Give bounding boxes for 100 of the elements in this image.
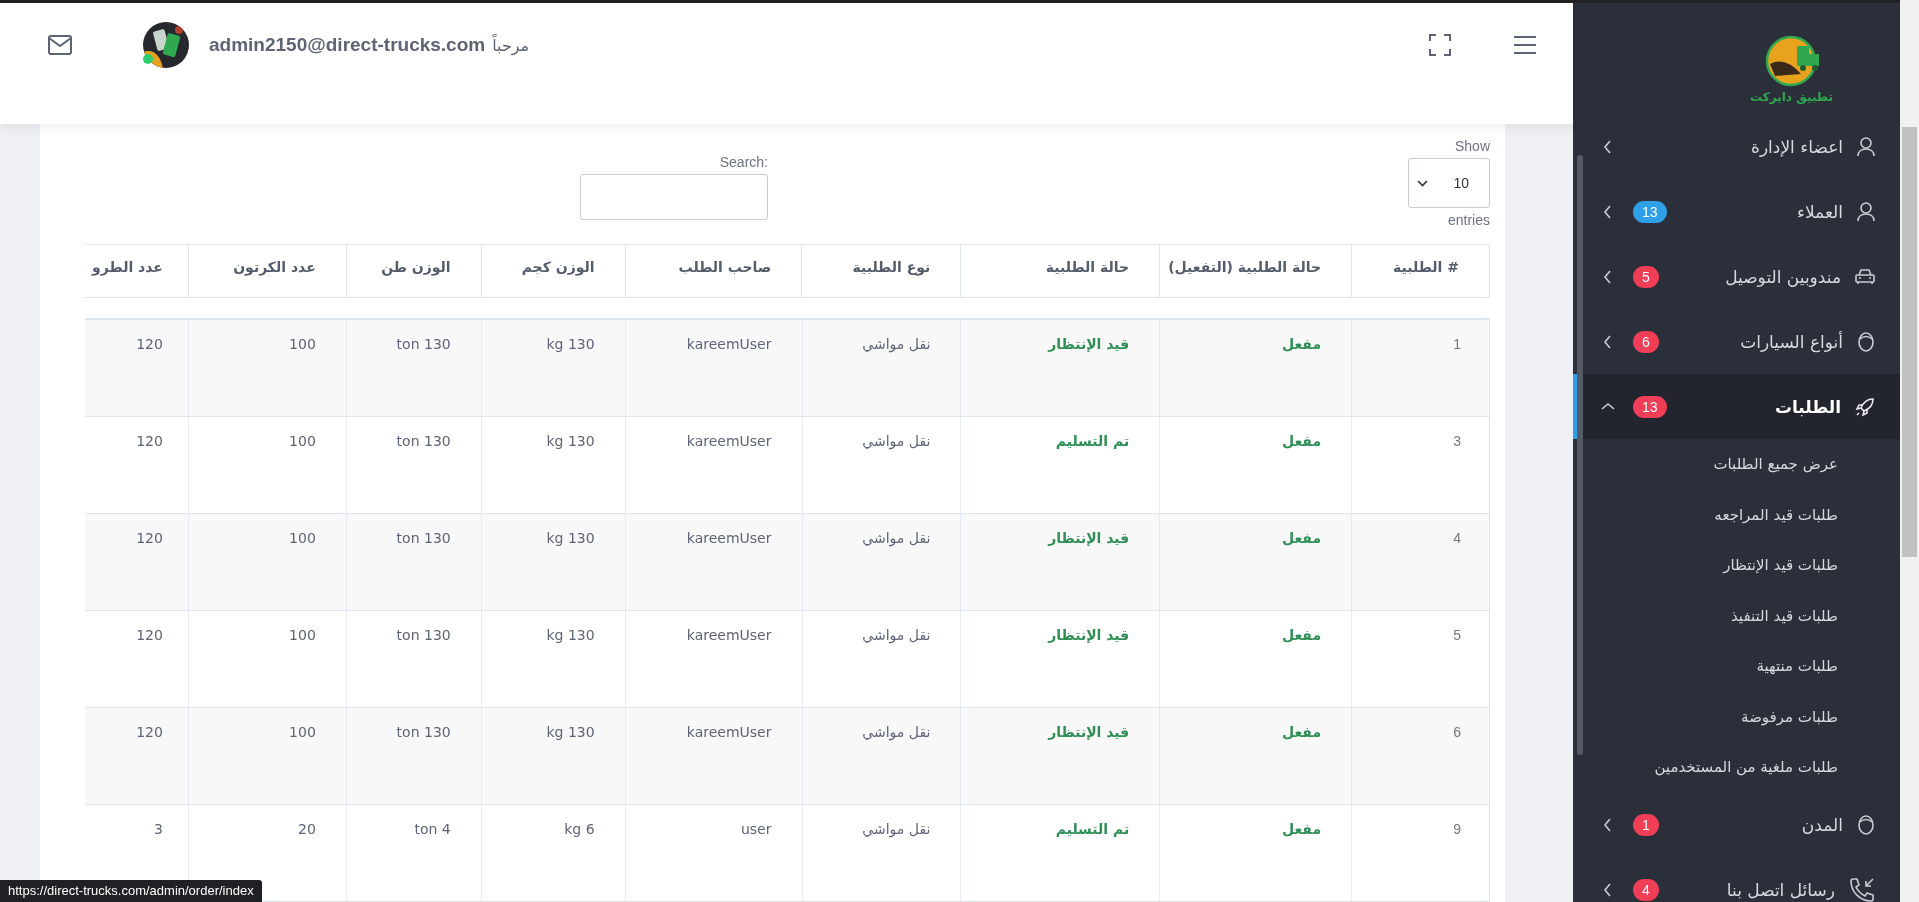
submenu-item[interactable]: عرض جميع الطلبات — [1573, 439, 1900, 490]
table-cell: قيد الإنتظار — [960, 514, 1160, 610]
table-cell: مفعل — [1159, 417, 1352, 513]
table-cell: مفعل — [1159, 611, 1352, 707]
table-cell: ton 130 — [345, 320, 481, 416]
table-cell: 3 — [1351, 417, 1489, 513]
logo-text: تطبيق دايركت — [1750, 90, 1833, 104]
table-cell-text: 120 — [135, 529, 164, 548]
count-badge: 1 — [1633, 814, 1659, 836]
table-cell: kg 130 — [480, 708, 625, 804]
column-header[interactable]: حالة الطلبية (التفعيل) — [1159, 245, 1352, 297]
table-cell: مفعل — [1159, 708, 1352, 804]
column-header[interactable]: الوزن كجم — [480, 245, 625, 297]
table-cell: ton 130 — [345, 514, 481, 610]
menu-label: مندوبين التوصيل — [1724, 266, 1841, 287]
table-cell: نقل مواشي — [801, 708, 961, 804]
menu-label: رسائل اتصل بنا — [1725, 880, 1835, 900]
menu-label: اعضاء الإدارة — [1750, 136, 1843, 157]
table-cell: تم التسليم — [960, 417, 1160, 513]
table-cell: kg 130 — [480, 611, 625, 707]
table-cell: kg 130 — [480, 417, 625, 513]
submenu-item[interactable]: طلبات قيد الإنتظار — [1573, 540, 1900, 591]
table-cell: قيد الإنتظار — [960, 611, 1160, 707]
table-cell-text: 120 — [135, 432, 164, 451]
entries-label: entries — [1447, 212, 1490, 228]
column-header[interactable]: عدد الطرو — [85, 245, 188, 297]
table-cell: kg 6 — [480, 805, 625, 901]
column-header[interactable]: الوزن طن — [345, 245, 481, 297]
user-email: admin2150@direct-trucks.com — [209, 34, 486, 56]
table-cell: مفعل — [1159, 514, 1352, 610]
table-cell: نقل مواشي — [801, 417, 961, 513]
greeting: مرحباً — [492, 35, 530, 55]
table-cell: 100 — [187, 611, 346, 707]
table-cell: مفعل — [1159, 320, 1352, 416]
user-icon — [1857, 136, 1875, 157]
count-badge: 6 — [1633, 330, 1659, 353]
table-cell: تم التسليم — [960, 805, 1160, 901]
table-cell: مفعل — [1159, 805, 1352, 901]
table-cell: 100 — [187, 514, 346, 610]
menu-label: الطلبات — [1773, 396, 1841, 417]
table-cell: kareemUser — [624, 708, 802, 804]
table-cell: 100 — [187, 320, 346, 416]
table-cell: kareemUser — [624, 417, 802, 513]
column-header[interactable]: نوع الطلبية — [801, 245, 961, 297]
count-badge: 5 — [1633, 265, 1659, 288]
page-size-select[interactable]: 10 — [1408, 158, 1490, 208]
table-cell: نقل مواشي — [801, 514, 961, 610]
menu-icon[interactable] — [1513, 36, 1537, 54]
table-cell: قيد الإنتظار — [960, 320, 1160, 416]
mail-icon[interactable] — [48, 35, 72, 55]
column-header[interactable]: صاحب الطلب — [624, 245, 802, 297]
table-cell: kareemUser — [624, 514, 802, 610]
table-cell: قيد الإنتظار — [960, 708, 1160, 804]
table-cell: user — [624, 805, 802, 901]
rocket-icon — [1855, 396, 1875, 417]
submenu-item[interactable]: طلبات منتهية — [1573, 641, 1900, 692]
user-icon — [1857, 201, 1875, 222]
scrollbar[interactable] — [1577, 155, 1583, 755]
column-header[interactable]: # الطلبية — [1351, 245, 1489, 297]
column-header[interactable]: عدد الكرتون — [187, 245, 346, 297]
table-cell: نقل مواشي — [801, 611, 961, 707]
count-badge: 4 — [1633, 879, 1659, 901]
menu-label: العملاء — [1795, 201, 1843, 222]
table-cell: kareemUser — [624, 611, 802, 707]
table-cell: 6 — [1351, 708, 1489, 804]
table-cell-text: 120 — [135, 335, 164, 354]
table-cell: ton 130 — [345, 708, 481, 804]
table-cell: نقل مواشي — [801, 805, 961, 901]
submenu-item[interactable]: طلبات ملغية من المستخدمين — [1573, 742, 1900, 793]
table-cell-text: 120 — [135, 626, 164, 645]
table-cell: نقل مواشي — [801, 320, 961, 416]
search-label: Search: — [719, 154, 768, 170]
table-cell: kareemUser — [624, 320, 802, 416]
search-field[interactable] — [580, 174, 768, 220]
face-icon — [1857, 331, 1875, 352]
count-badge: 13 — [1633, 395, 1667, 418]
table-cell: 4 — [1351, 514, 1489, 610]
menu-label: أنواع السيارات — [1739, 331, 1843, 352]
table-cell: ton 130 — [345, 417, 481, 513]
submenu-item[interactable]: طلبات قيد المراجعه — [1573, 489, 1900, 540]
caret-icon — [1417, 179, 1428, 187]
submenu-item[interactable]: طلبات مرفوضة — [1573, 691, 1900, 742]
count-badge: 13 — [1633, 200, 1667, 223]
link-url-tooltip: https://direct-trucks.com/admin/order/index — [0, 880, 262, 902]
submenu-item[interactable]: طلبات قيد التنفيذ — [1573, 590, 1900, 641]
table-cell-text: 120 — [135, 723, 164, 742]
column-header[interactable]: حالة الطلبية — [960, 245, 1160, 297]
sidebar-item[interactable]: اعضاء الإدارة — [1573, 114, 1900, 179]
fullscreen-icon[interactable] — [1429, 34, 1451, 56]
table-cell: 1 — [1351, 320, 1489, 416]
table-cell: ton 4 — [345, 805, 481, 901]
table-cell: ton 130 — [345, 611, 481, 707]
table-cell: 5 — [1351, 611, 1489, 707]
table-cell: kg 130 — [480, 514, 625, 610]
table-cell: 100 — [187, 417, 346, 513]
table-cell: kg 130 — [480, 320, 625, 416]
menu-label: المدن — [1800, 815, 1843, 835]
phone-icon — [1849, 877, 1875, 902]
table-cell: 100 — [187, 708, 346, 804]
face-icon — [1857, 815, 1875, 835]
